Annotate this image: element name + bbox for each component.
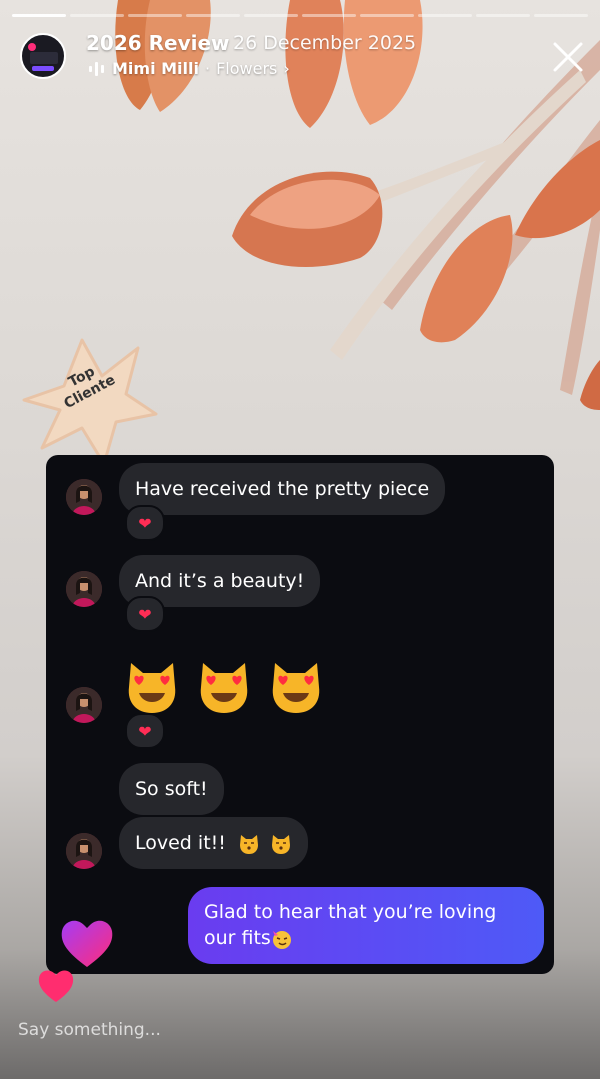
music-track: Flowers (216, 59, 278, 78)
music-separator: · (205, 59, 211, 78)
sender-avatar (66, 833, 102, 869)
message-bubble: Loved it!! (119, 817, 308, 869)
message-bubble: Have received the pretty piece (119, 463, 446, 515)
sender-avatar (66, 687, 102, 723)
smiling-cat-heart-eyes-icon (272, 663, 320, 713)
story-progress (12, 14, 588, 18)
heart-reaction-icon: ❤ (125, 596, 165, 632)
smiling-cat-heart-eyes-icon (128, 663, 176, 713)
message-text: Loved it!! (135, 832, 226, 854)
sender-avatar (66, 479, 102, 515)
floating-heart-icon (61, 920, 113, 967)
music-bars-icon (89, 61, 104, 76)
my-message-bubble: Glad to hear that you’re loving our fits (188, 887, 544, 964)
progress-segment (128, 14, 182, 17)
kissing-cat-icon (239, 834, 258, 854)
progress-segment (418, 14, 472, 17)
music-artist: Mimi Milli (112, 59, 199, 78)
story-date: 26 December 2025 (233, 32, 417, 54)
smiling-cat-heart-eyes-icon (200, 663, 248, 713)
heart-reaction-icon: ❤ (125, 505, 165, 541)
close-icon[interactable] (548, 37, 588, 77)
story-viewer: 2026 Review 26 December 2025 Mimi Milli … (0, 0, 600, 1079)
story-title[interactable]: 2026 Review (86, 31, 230, 55)
my-message-text: Glad to hear that you’re loving our fits (204, 901, 497, 949)
sender-avatar (66, 571, 102, 607)
chat-screenshot: Have received the pretty piece ❤ And it’… (46, 455, 554, 974)
story-avatar[interactable] (20, 33, 66, 79)
progress-segment (302, 14, 356, 17)
progress-segment (186, 14, 240, 17)
emoji-message (123, 657, 325, 715)
chevron-right-icon: › (283, 59, 290, 78)
floating-heart-icon (38, 970, 74, 1002)
kissing-cat-icon (271, 834, 290, 854)
progress-segment (534, 14, 588, 17)
heart-reaction-icon: ❤ (125, 713, 165, 749)
progress-segment (70, 14, 124, 17)
progress-segment (12, 14, 66, 17)
music-link[interactable]: Mimi Milli · Flowers › (88, 59, 290, 78)
progress-segment (476, 14, 530, 17)
progress-segment (244, 14, 298, 17)
reply-input[interactable]: Say something... (18, 1020, 161, 1040)
progress-segment (360, 14, 414, 17)
message-bubble: So soft! (119, 763, 224, 815)
partying-face-icon (272, 930, 291, 949)
